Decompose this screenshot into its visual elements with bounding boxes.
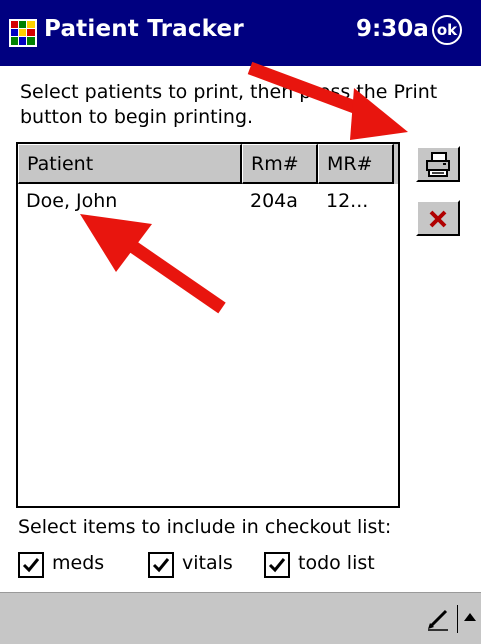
checkmark-icon — [152, 558, 170, 573]
printer-icon — [426, 152, 450, 177]
checkout-label: Select items to include in checkout list… — [18, 516, 392, 538]
checkbox-todo-list-box[interactable] — [264, 552, 290, 578]
checkmark-icon — [268, 558, 286, 573]
checkbox-vitals-box[interactable] — [148, 552, 174, 578]
column-header-mr[interactable]: MR# — [318, 144, 394, 184]
ok-button[interactable]: ok — [432, 15, 462, 45]
cell-room: 204a — [250, 190, 298, 212]
checkbox-todo-list-label[interactable]: todo list — [298, 552, 375, 574]
checkmark-icon — [22, 558, 40, 573]
bottom-bar — [0, 592, 481, 644]
column-header-patient[interactable]: Patient — [18, 144, 242, 184]
clock[interactable]: 9:30a — [356, 16, 429, 42]
delete-button[interactable] — [416, 200, 460, 236]
checkbox-todo-list[interactable]: todo list — [264, 550, 394, 580]
up-arrow-icon[interactable] — [463, 611, 477, 623]
list-header: Patient Rm# MR# — [18, 144, 398, 186]
cell-mr: 12... — [326, 190, 369, 212]
list-row[interactable]: Doe, John 204a 12... — [18, 188, 398, 216]
pen-input-icon[interactable] — [426, 607, 450, 631]
patient-list[interactable]: Patient Rm# MR# Doe, John 204a 12... — [16, 142, 400, 508]
cell-patient: Doe, John — [26, 190, 118, 212]
column-header-room[interactable]: Rm# — [242, 144, 318, 184]
instructions-text: Select patients to print, then press the… — [20, 81, 438, 128]
checkbox-vitals-label[interactable]: vitals — [182, 552, 233, 574]
print-button[interactable] — [416, 146, 460, 182]
title-bar: Patient Tracker 9:30a ok — [0, 0, 481, 66]
divider — [457, 605, 458, 633]
header-filler — [394, 144, 398, 184]
checkbox-meds-label[interactable]: meds — [52, 552, 104, 574]
checkbox-vitals[interactable]: vitals — [148, 550, 248, 580]
checkbox-meds-box[interactable] — [18, 552, 44, 578]
app-title: Patient Tracker — [44, 16, 244, 42]
app-grid-icon[interactable] — [8, 18, 38, 48]
checkbox-meds[interactable]: meds — [18, 550, 128, 580]
delete-x-icon — [429, 210, 447, 228]
